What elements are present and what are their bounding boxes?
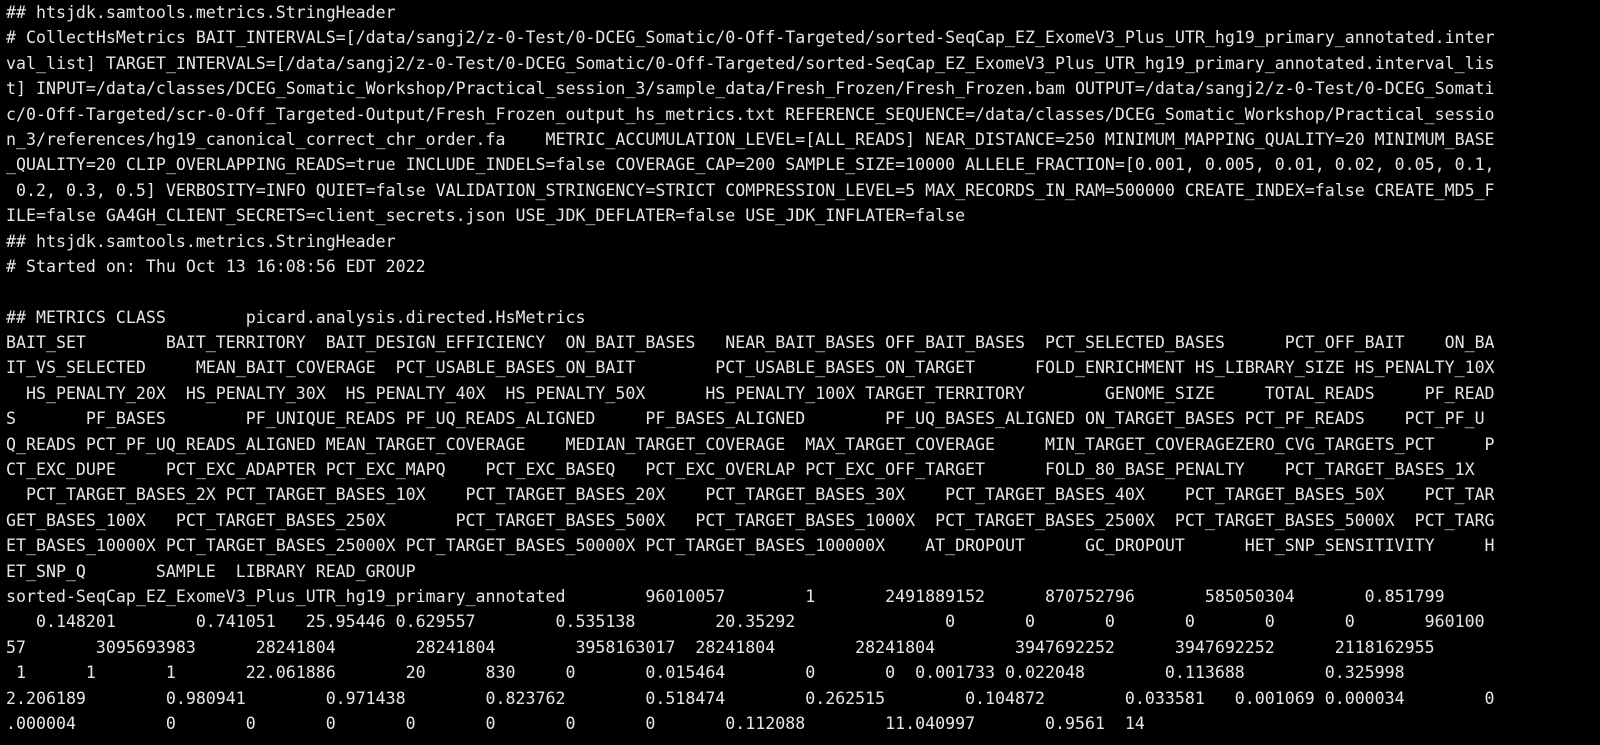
terminal-line: n_3/references/hg19_canonical_correct_ch… (6, 129, 1495, 149)
terminal-line: sorted-SeqCap_EZ_ExomeV3_Plus_UTR_hg19_p… (6, 586, 1445, 606)
terminal-line: ## METRICS CLASS picard.analysis.directe… (6, 307, 586, 327)
terminal-line: 1 1 1 22.061886 20 830 0 0.015464 0 0 0.… (6, 663, 1405, 683)
terminal-line: _QUALITY=20 CLIP_OVERLAPPING_READS=true … (6, 155, 1495, 175)
terminal-line: 0.2, 0.3, 0.5] VERBOSITY=INFO QUIET=fals… (6, 180, 1495, 200)
terminal-line: ## htsjdk.samtools.metrics.StringHeader (6, 3, 396, 22)
terminal-line: ILE=false GA4GH_CLIENT_SECRETS=client_se… (6, 206, 966, 226)
terminal-window[interactable]: ## htsjdk.samtools.metrics.StringHeader #… (0, 0, 1600, 745)
terminal-line: 0.148201 0.741051 25.95446 0.629557 0.53… (6, 612, 1485, 632)
terminal-line: HS_PENALTY_20X HS_PENALTY_30X HS_PENALTY… (6, 383, 1495, 403)
terminal-line: Q_READS PCT_PF_UQ_READS_ALIGNED MEAN_TAR… (6, 434, 1495, 454)
terminal-line: 2.206189 0.980941 0.971438 0.823762 0.51… (6, 688, 1495, 708)
terminal-line: ET_BASES_10000X PCT_TARGET_BASES_25000X … (6, 536, 1495, 556)
terminal-line: val_list] TARGET_INTERVALS=[/data/sangj2… (6, 53, 1495, 73)
terminal-line: t] INPUT=/data/classes/DCEG_Somatic_Work… (6, 79, 1495, 99)
terminal-line: GET_BASES_100X PCT_TARGET_BASES_250X PCT… (6, 510, 1495, 530)
terminal-line: # Started on: Thu Oct 13 16:08:56 EDT 20… (6, 256, 426, 276)
terminal-line: IT_VS_SELECTED MEAN_BAIT_COVERAGE PCT_US… (6, 358, 1495, 378)
terminal-line: c/0-Off-Targeted/scr-0-Off_Targeted-Outp… (6, 104, 1495, 124)
terminal-line: CT_EXC_DUPE PCT_EXC_ADAPTER PCT_EXC_MAPQ… (6, 460, 1475, 480)
terminal-line: .000004 0 0 0 0 0 0 0 0.112088 11.040997… (6, 713, 1145, 733)
terminal-line: 57 3095693983 28241804 28241804 39581630… (6, 637, 1435, 657)
terminal-line: PCT_TARGET_BASES_2X PCT_TARGET_BASES_10X… (6, 485, 1495, 505)
terminal-line: ## htsjdk.samtools.metrics.StringHeader (6, 231, 396, 251)
terminal-line: S PF_BASES PF_UNIQUE_READS PF_UQ_READS_A… (6, 409, 1485, 429)
terminal-line: ET_SNP_Q SAMPLE LIBRARY READ_GROUP (6, 561, 416, 581)
terminal-line: BAIT_SET BAIT_TERRITORY BAIT_DESIGN_EFFI… (6, 333, 1495, 353)
terminal-line: # CollectHsMetrics BAIT_INTERVALS=[/data… (6, 28, 1495, 48)
